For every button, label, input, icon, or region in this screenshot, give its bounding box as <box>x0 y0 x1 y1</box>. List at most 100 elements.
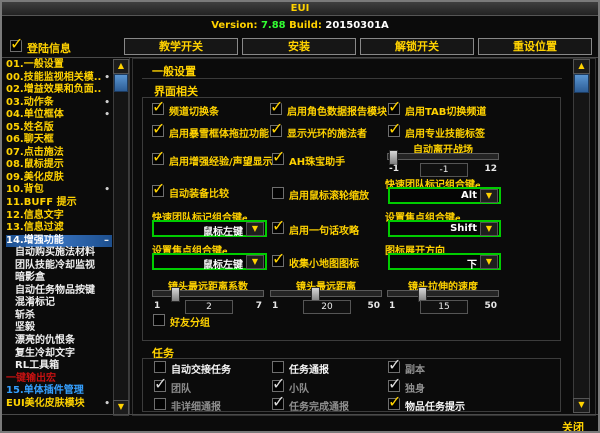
main-scroll-up-icon[interactable]: ▲ <box>573 59 590 74</box>
checkbox-label: 任务通报 <box>289 365 329 376</box>
check-icon: ✓ <box>388 355 402 374</box>
check-icon: ✓ <box>272 374 286 393</box>
sidebar-item-label: 团队技能冷却监视 <box>15 259 95 271</box>
checkbox-label: 频道切换条 <box>169 107 219 118</box>
close-button[interactable]: 关闭 <box>562 419 584 431</box>
battleground-slider: 自动离开战场 -1 -1 12 <box>387 141 499 177</box>
check-icon: ✓ <box>388 392 402 411</box>
sidebar-item-label: 自动购买施法材料 <box>15 247 95 259</box>
sidebar-item-24[interactable]: RL工具箱 <box>6 360 112 373</box>
sidebar-item-27[interactable]: EUI美化皮肤模块 • <box>6 398 112 411</box>
sidebar-item-17[interactable]: 暗影盒 <box>6 272 112 285</box>
sidebar-item-9[interactable]: 09.美化皮肤 <box>6 172 112 185</box>
sidebar-item-19[interactable]: 混淆标记 <box>6 297 112 310</box>
topbar-button-2[interactable]: 解锁开关 <box>360 38 474 55</box>
slider-min: 1 <box>272 301 279 311</box>
sidebar-item-label: EUI美化皮肤模块 <box>6 397 85 409</box>
sidebar-item-12[interactable]: 12.信息文字 <box>6 210 112 223</box>
sidebar-item-15[interactable]: 自动购买施法材料 <box>6 247 112 260</box>
sidebar-item-26[interactable]: 15.单体插件管理 <box>6 385 112 398</box>
chevron-down-icon[interactable]: ▼ <box>480 222 498 236</box>
checkbox-box <box>153 314 165 326</box>
sidebar-item-14[interactable]: 14.增强功能 – <box>6 234 112 248</box>
slider-value-input[interactable]: 15 <box>420 300 468 314</box>
sidebar-scroll-up-icon[interactable]: ▲ <box>113 59 129 74</box>
sidebar-item-label: 11.BUFF 提示 <box>6 197 77 209</box>
checkbox-label: 好友分组 <box>170 318 210 329</box>
sidebar-item-2[interactable]: 02.增益效果和负面.. <box>6 84 112 97</box>
sidebar-item-16[interactable]: 团队技能冷却监视 <box>6 260 112 273</box>
dropdown-value: 鼠标左键 <box>203 227 243 238</box>
sidebar-item-4[interactable]: 04.单位框体 • <box>6 109 112 122</box>
has-children-bullet-icon: • <box>104 110 110 121</box>
sidebar-item-1[interactable]: 00.技能监视相关模.. • <box>6 72 112 85</box>
sidebar-scroll-down-icon[interactable]: ▼ <box>113 400 129 415</box>
slider-thumb[interactable] <box>170 287 180 302</box>
topbar-buttons: 教学开关 安装 解锁开关 重设位置 <box>124 38 592 55</box>
sidebar-item-label: 09.美化皮肤 <box>6 171 64 183</box>
dropdown-2[interactable]: Alt ▼ <box>388 187 501 204</box>
sidebar-item-label: 08.鼠标提示 <box>6 159 64 171</box>
chevron-down-icon[interactable]: ▼ <box>246 255 264 269</box>
slider-value-input[interactable]: 2 <box>185 300 233 314</box>
check-icon: ✓ <box>272 147 286 166</box>
has-children-bullet-icon: • <box>104 398 110 409</box>
slider-track[interactable] <box>387 287 499 302</box>
sidebar-item-label: 漂亮的仇恨条 <box>15 335 75 347</box>
sidebar-item-0[interactable]: 01.一般设置 <box>6 59 112 72</box>
topbar-button-0[interactable]: 教学开关 <box>124 38 238 55</box>
main-scroll-thumb[interactable] <box>574 74 589 93</box>
dropdown-1[interactable]: 鼠标左键 ▼ <box>152 253 267 271</box>
sidebar-item-18[interactable]: 自动任务物品按键 <box>6 285 112 298</box>
dropdown-value: Alt <box>461 190 477 201</box>
sidebar-item-11[interactable]: 11.BUFF 提示 <box>6 197 112 210</box>
slider-value-input[interactable]: 20 <box>303 300 351 314</box>
sidebar-item-25[interactable]: 一键输出宏 <box>6 373 112 386</box>
dropdown-4[interactable]: 下 ▼ <box>388 253 501 271</box>
sidebar-item-22[interactable]: 漂亮的仇恨条 <box>6 335 112 348</box>
check-icon: ✓ <box>272 392 286 411</box>
chevron-down-icon[interactable]: ▼ <box>246 222 264 236</box>
checkbox-label: 启用角色数据报告模块 <box>287 107 387 118</box>
checkbox-label: 自动装备比较 <box>169 189 229 200</box>
sidebar-item-3[interactable]: 03.动作条 • <box>6 97 112 110</box>
dropdown-3[interactable]: Shift ▼ <box>388 220 501 237</box>
topbar-button-3[interactable]: 重设位置 <box>478 38 592 55</box>
sidebar-item-6[interactable]: 06.聊天框 <box>6 134 112 147</box>
sidebar-item-label: 复生冷却文字 <box>15 347 75 359</box>
main-scrollbar[interactable] <box>573 59 590 413</box>
checkbox-label: 非详细通报 <box>171 402 221 413</box>
sidebar-item-21[interactable]: 坚毅 <box>6 322 112 335</box>
sidebar-item-8[interactable]: 08.鼠标提示 <box>6 159 112 172</box>
topbar-button-1[interactable]: 安装 <box>242 38 356 55</box>
sidebar-item-label: 15.单体插件管理 <box>6 385 84 397</box>
sidebar-item-23[interactable]: 复生冷却文字 <box>6 348 112 361</box>
slider-track[interactable] <box>152 287 264 302</box>
version-bar: Version: 7.88 Build: 20150301A <box>2 20 598 31</box>
sidebar-item-7[interactable]: 07.点击施法 <box>6 147 112 160</box>
checkbox-label: 小队 <box>289 384 309 395</box>
slider-min: 1 <box>154 301 161 311</box>
check-icon: ✓ <box>270 97 284 116</box>
sidebar-item-5[interactable]: 05.姓名版 <box>6 122 112 135</box>
main-scroll-down-icon[interactable]: ▼ <box>573 398 590 413</box>
slider-thumb[interactable] <box>389 150 398 165</box>
checkbox-label: 团队 <box>171 384 191 395</box>
sidebar-scroll-thumb[interactable] <box>114 74 128 92</box>
slider-value-input[interactable]: -1 <box>420 163 468 177</box>
sidebar-item-20[interactable]: 斩杀 <box>6 310 112 323</box>
slider-max: 7 <box>255 301 262 311</box>
chevron-down-icon[interactable]: ▼ <box>480 255 498 269</box>
slider-track[interactable] <box>270 287 382 302</box>
checkbox-label: 启用专业技能标签 <box>405 129 485 140</box>
checkbox-label: 独身 <box>405 384 425 395</box>
version-value: 7.88 <box>260 20 286 31</box>
chevron-down-icon[interactable]: ▼ <box>480 189 498 203</box>
version-label: Version: <box>211 20 258 31</box>
sidebar-item-10[interactable]: 10.背包 • <box>6 184 112 197</box>
dropdown-0[interactable]: 鼠标左键 ▼ <box>152 220 267 238</box>
sidebar-scrollbar[interactable] <box>113 59 129 416</box>
sidebar-item-13[interactable]: 13.信息过滤 <box>6 222 112 235</box>
sidebar-item-label: 03.动作条 <box>6 96 54 108</box>
slider-track[interactable] <box>387 150 499 165</box>
